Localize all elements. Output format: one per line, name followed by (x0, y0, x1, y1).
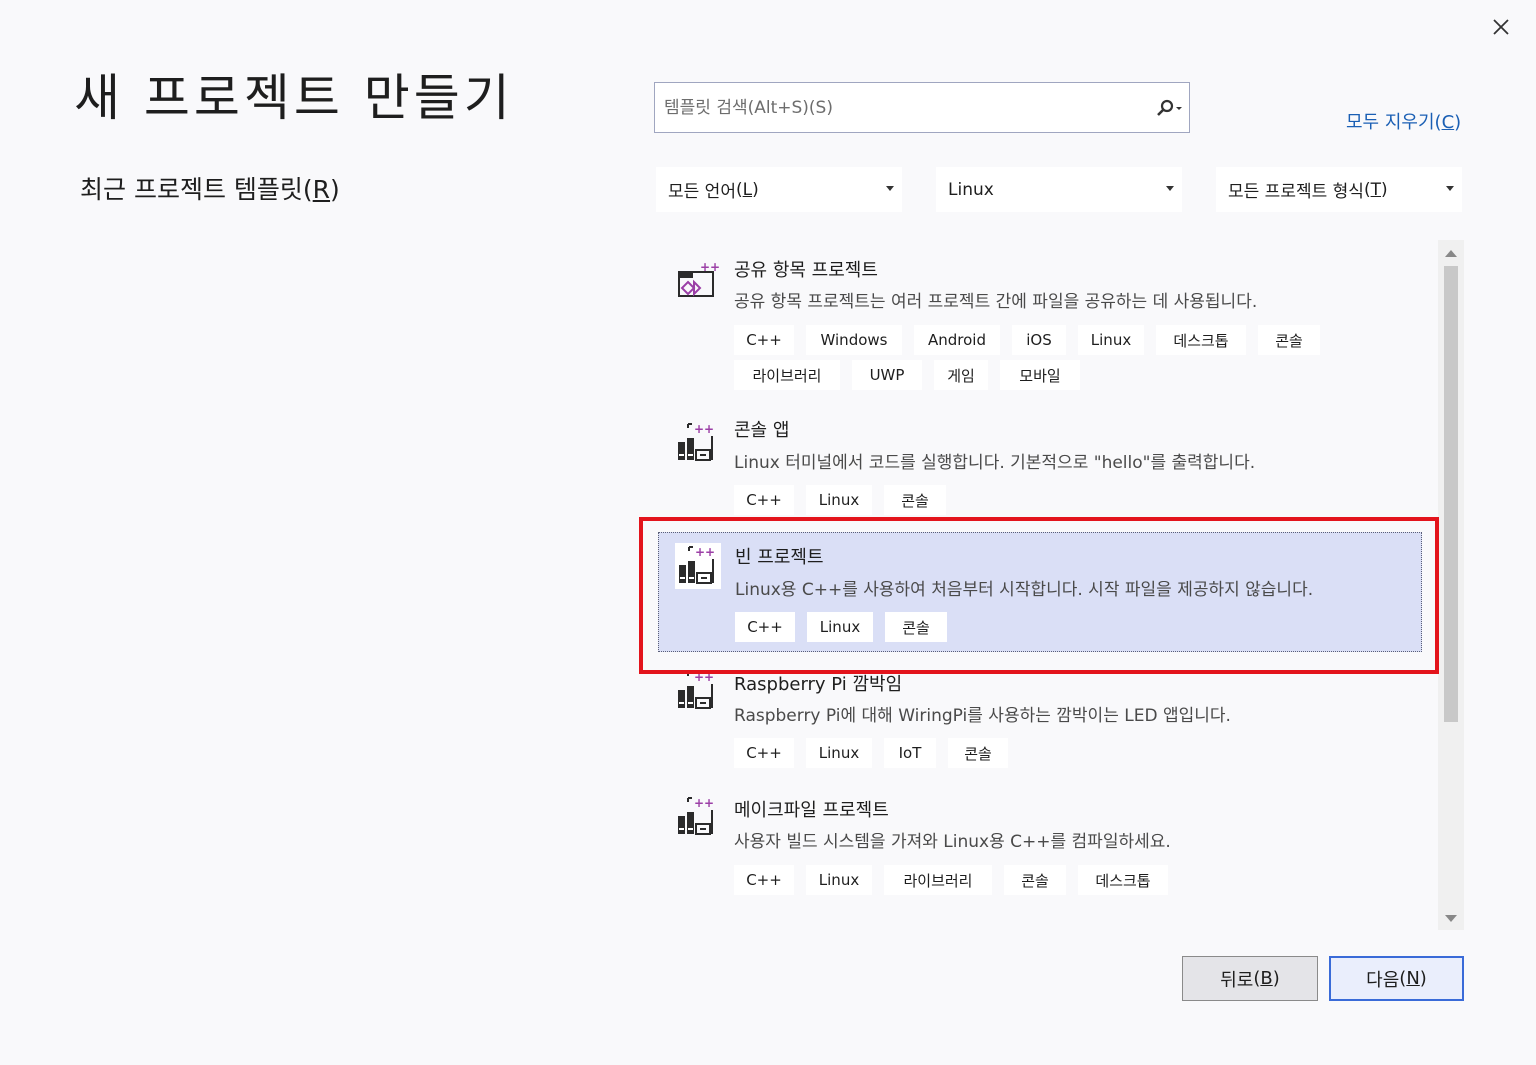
search-icon (1157, 99, 1182, 116)
cpp-console-icon: ++ (678, 796, 714, 835)
svg-text:++: ++ (694, 670, 714, 684)
template-list[interactable]: ++ 공유 항목 프로젝트 공유 항목 프로젝트는 여러 프로젝트 간에 파일을… (654, 240, 1464, 930)
tag: Windows (806, 325, 902, 355)
svg-text:++: ++ (694, 422, 714, 436)
close-button[interactable] (1486, 12, 1516, 42)
template-item-makefile-project[interactable]: ++ 메이크파일 프로젝트 사용자 빌드 시스템을 가져와 Linux용 C++… (654, 788, 1434, 908)
scroll-thumb[interactable] (1444, 266, 1458, 722)
template-search-box (654, 82, 1190, 133)
tag: 데스크톱 (1078, 865, 1168, 895)
tag: iOS (1012, 325, 1066, 355)
tag: 게임 (934, 360, 988, 390)
close-icon (1493, 19, 1509, 35)
tag: C++ (735, 612, 795, 642)
template-description: Linux 터미널에서 코드를 실행합니다. 기본적으로 "hello"를 출력… (734, 453, 1256, 473)
template-list-scrollbar[interactable] (1438, 240, 1464, 930)
tag: Linux (807, 612, 873, 642)
svg-text:++: ++ (700, 260, 720, 274)
template-description: Linux용 C++를 사용하여 처음부터 시작합니다. 시작 파일을 제공하지… (735, 580, 1314, 600)
tag: 콘솔 (1004, 865, 1066, 895)
tag: 라이브러리 (734, 360, 840, 390)
search-options-button[interactable] (1149, 83, 1189, 132)
template-name: 콘솔 앱 (734, 420, 790, 441)
tag: C++ (734, 485, 794, 515)
cpp-console-icon: ++ (678, 670, 714, 709)
shared-items-icon: ++ (678, 260, 720, 297)
template-description: 사용자 빌드 시스템을 가져와 Linux용 C++를 컴파일하세요. (734, 832, 1171, 852)
template-description: Raspberry Pi에 대해 WiringPi를 사용하는 깜박이는 LED… (734, 706, 1231, 726)
template-item-console-app[interactable]: ++ 콘솔 앱 Linux 터미널에서 코드를 실행합니다. 기본적으로 "he… (654, 406, 1434, 516)
tag: UWP (852, 360, 922, 390)
tag: Linux (806, 738, 872, 768)
chevron-down-icon (886, 186, 894, 191)
template-search-input[interactable] (655, 83, 1149, 132)
chevron-down-icon (1446, 186, 1454, 191)
recent-templates-heading: 최근 프로젝트 템플릿(R) (80, 175, 340, 204)
tag: Linux (806, 865, 872, 895)
tag: C++ (734, 325, 794, 355)
tag: Android (914, 325, 1000, 355)
next-button[interactable]: 다음(N) (1329, 956, 1464, 1001)
tag: 데스크톱 (1156, 325, 1246, 355)
page-title: 새 프로젝트 만들기 (74, 69, 514, 127)
tag: IoT (884, 738, 936, 768)
scroll-up-arrow-icon[interactable] (1445, 250, 1457, 257)
tag: 콘솔 (1258, 325, 1320, 355)
tag: 콘솔 (885, 612, 947, 642)
tag: 모바일 (1000, 360, 1080, 390)
tag: 라이브러리 (884, 865, 992, 895)
template-item-shared-items[interactable]: ++ 공유 항목 프로젝트 공유 항목 프로젝트는 여러 프로젝트 간에 파일을… (654, 244, 1434, 394)
template-name: 빈 프로젝트 (735, 547, 824, 568)
template-name: Raspberry Pi 깜박임 (734, 674, 903, 695)
cpp-console-icon: ++ (675, 543, 721, 589)
platform-filter-dropdown[interactable]: Linux (936, 167, 1182, 212)
tag: Linux (1078, 325, 1144, 355)
cpp-console-icon: ++ (678, 422, 714, 461)
clear-all-link[interactable]: 모두 지우기(C) (1346, 108, 1461, 134)
svg-text:++: ++ (695, 545, 715, 559)
scroll-down-arrow-icon[interactable] (1445, 915, 1457, 922)
tag: Linux (806, 485, 872, 515)
language-filter-dropdown[interactable]: 모든 언어(L) (656, 167, 902, 212)
template-name: 공유 항목 프로젝트 (734, 260, 878, 281)
tag: 콘솔 (948, 738, 1008, 768)
tag: C++ (734, 865, 794, 895)
template-item-empty-project[interactable]: ++ 빈 프로젝트 Linux용 C++를 사용하여 처음부터 시작합니다. 시… (658, 532, 1422, 652)
project-type-filter-dropdown[interactable]: 모든 프로젝트 형식(T) (1216, 167, 1462, 212)
template-name: 메이크파일 프로젝트 (734, 800, 889, 821)
tag: 콘솔 (884, 485, 946, 515)
back-button[interactable]: 뒤로(B) (1182, 956, 1318, 1001)
chevron-down-icon (1166, 186, 1174, 191)
svg-text:++: ++ (694, 796, 714, 810)
template-description: 공유 항목 프로젝트는 여러 프로젝트 간에 파일을 공유하는 데 사용됩니다. (734, 292, 1258, 312)
tag: C++ (734, 738, 794, 768)
template-item-raspberry-pi-blink[interactable]: ++ Raspberry Pi 깜박임 Raspberry Pi에 대해 Wir… (654, 662, 1434, 782)
